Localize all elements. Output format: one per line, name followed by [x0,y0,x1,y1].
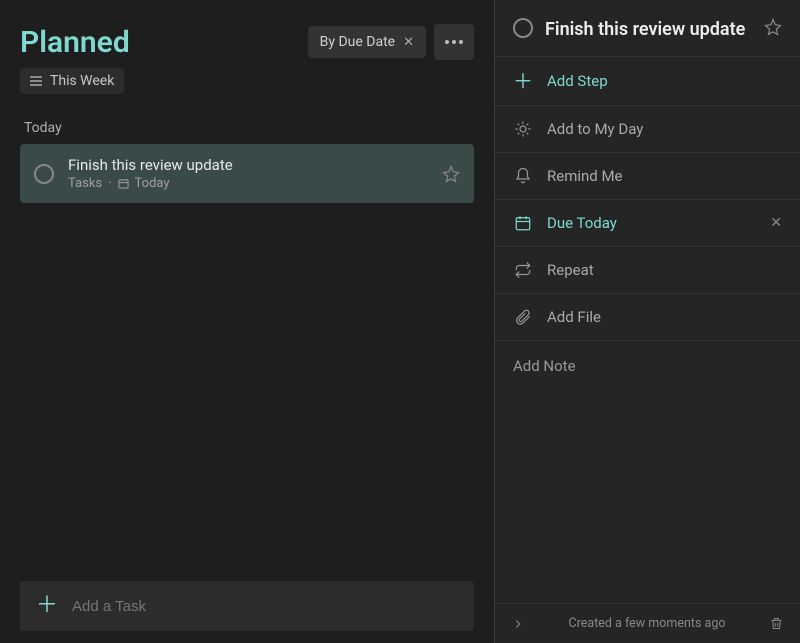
task-card[interactable]: Finish this review update Tasks · Today [20,144,474,203]
add-step-label: Add Step [547,72,782,90]
calendar-icon [118,178,129,189]
clear-sort-icon[interactable]: ✕ [403,35,414,50]
task-star-button[interactable] [442,165,460,183]
plus-icon: ＋ [36,595,58,617]
repeat-icon [513,261,533,279]
add-task-input[interactable] [72,598,458,615]
due-label: Due Today [547,214,756,232]
list-icon [30,76,42,86]
task-meta: Tasks · Today [68,176,428,191]
add-step-row[interactable]: ＋ Add Step [495,56,800,106]
detail-complete-checkbox[interactable] [513,18,533,38]
remind-row[interactable]: Remind Me [495,153,800,200]
delete-button[interactable] [769,616,784,631]
my-day-row[interactable]: Add to My Day [495,106,800,153]
filter-label: This Week [50,73,114,89]
detail-title: Finish this review update [545,18,752,42]
task-meta-dot: · [108,176,111,191]
task-due: Today [135,176,170,191]
add-task-bar[interactable]: ＋ [20,581,474,631]
remind-label: Remind Me [547,167,782,185]
bell-icon [513,167,533,185]
note-input[interactable]: Add Note [495,341,800,603]
header-row: Planned By Due Date ✕ [0,0,494,68]
my-day-label: Add to My Day [547,120,782,138]
task-main: Finish this review update Tasks · Today [68,156,428,191]
filter-row: This Week [0,68,494,106]
plus-icon: ＋ [513,71,533,91]
filter-pill[interactable]: This Week [20,68,124,94]
group-label: Today [0,106,494,144]
repeat-row[interactable]: Repeat [495,247,800,294]
sun-icon [513,120,533,138]
file-label: Add File [547,308,782,326]
paperclip-icon [513,308,533,326]
detail-panel: Finish this review update ＋ Add Step Add… [494,0,800,643]
detail-footer: Created a few moments ago [495,603,800,643]
page-title: Planned [20,25,300,60]
sort-button[interactable]: By Due Date ✕ [308,26,426,58]
more-button[interactable] [434,24,474,60]
calendar-icon [513,214,533,232]
created-label: Created a few moments ago [535,616,759,631]
detail-star-button[interactable] [764,18,782,36]
detail-header: Finish this review update [495,0,800,56]
task-list-name: Tasks [68,176,102,191]
clear-due-icon[interactable]: ✕ [770,215,782,231]
sort-label: By Due Date [320,34,395,50]
task-complete-checkbox[interactable] [34,164,54,184]
file-row[interactable]: Add File [495,294,800,341]
hide-detail-button[interactable] [511,617,525,631]
due-row[interactable]: Due Today ✕ [495,200,800,247]
task-title: Finish this review update [68,156,428,174]
main-panel: Planned By Due Date ✕ This Week Today Fi… [0,0,494,643]
more-icon [445,40,463,44]
repeat-label: Repeat [547,261,782,279]
